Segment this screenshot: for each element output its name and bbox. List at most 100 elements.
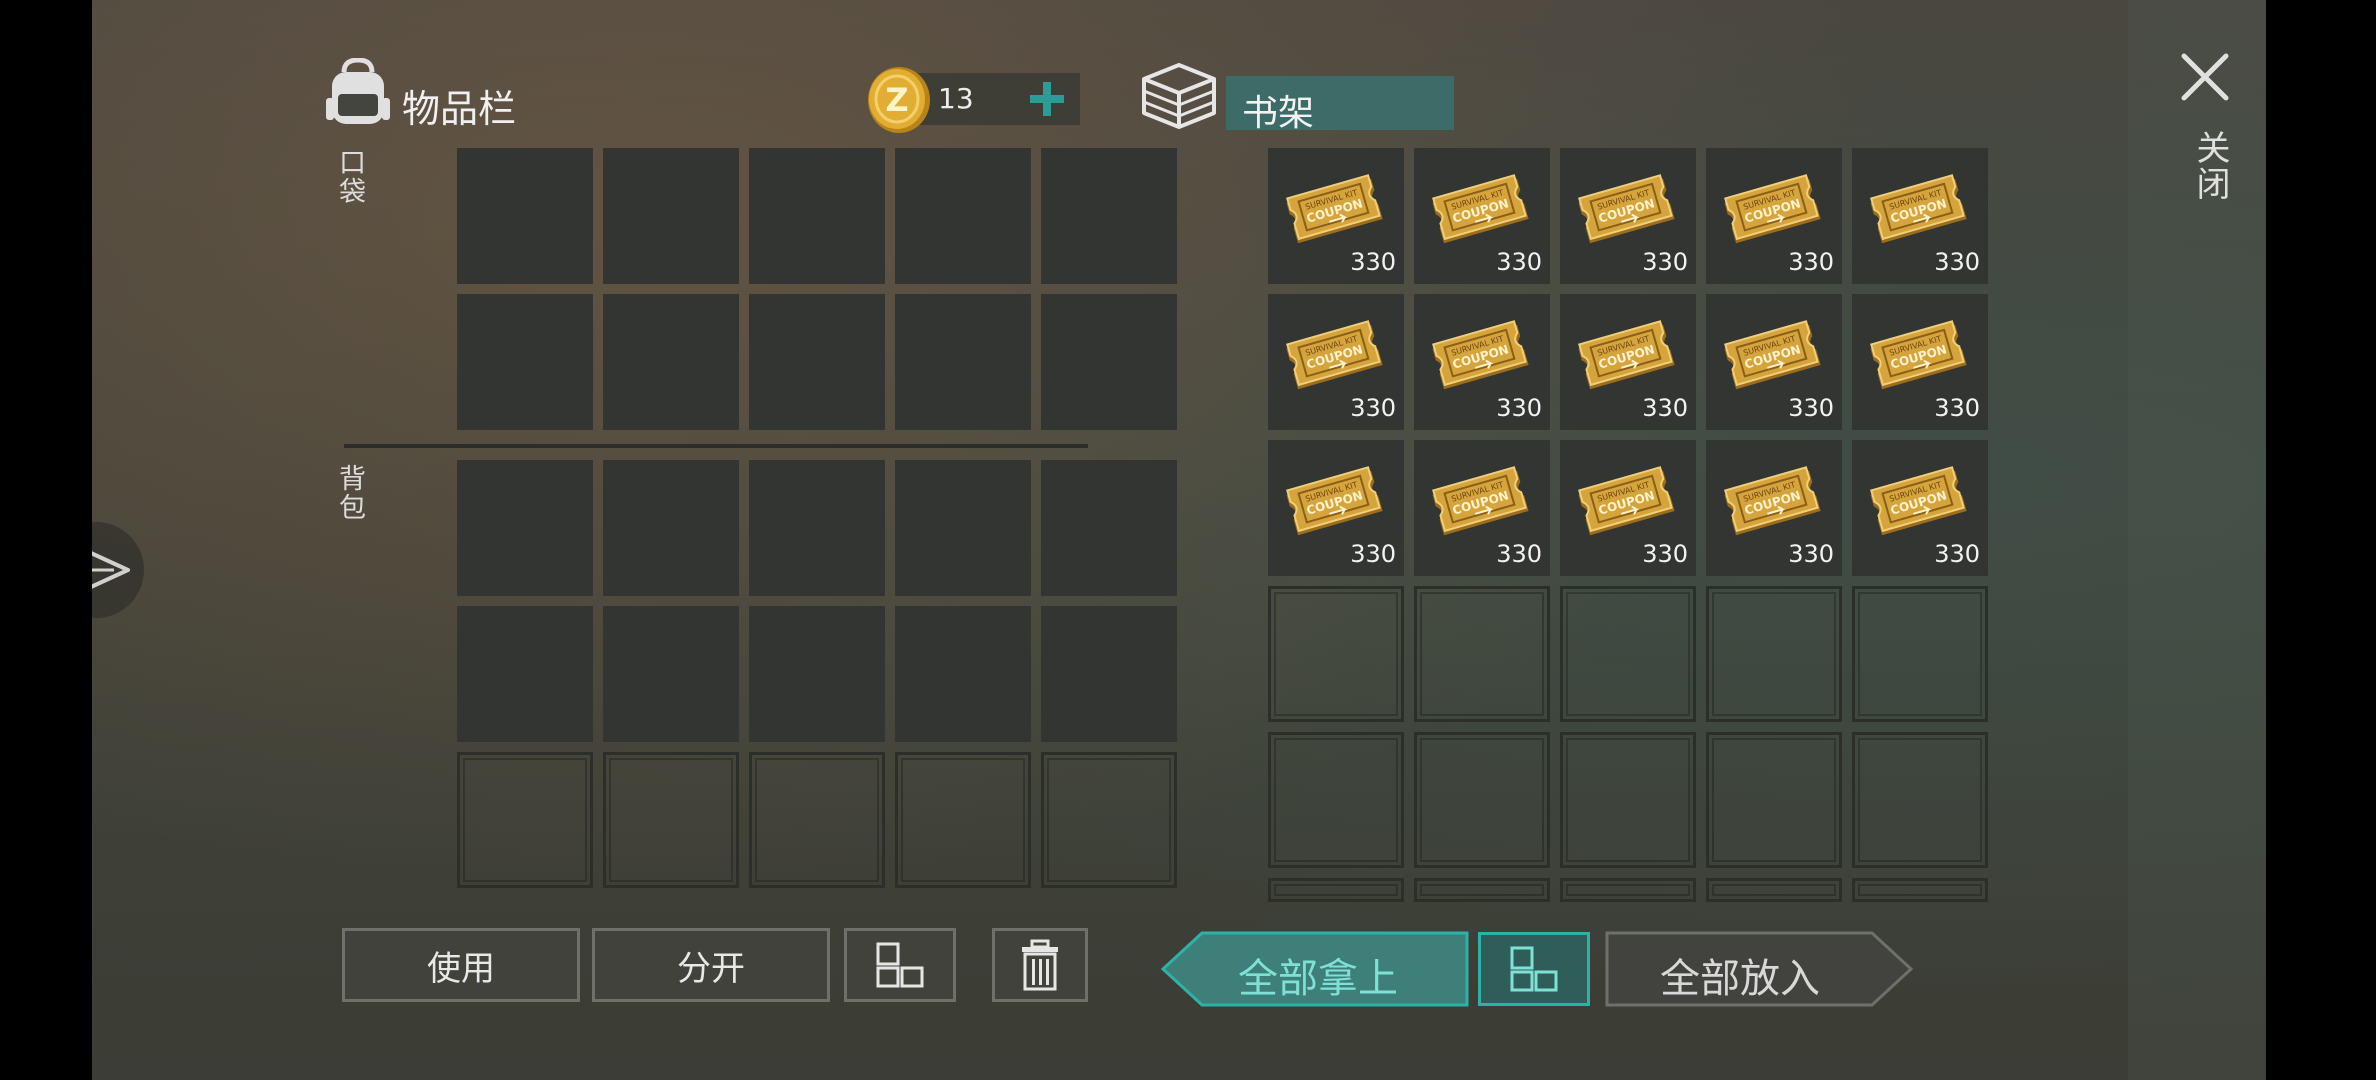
backpack-slot[interactable]: [1041, 606, 1177, 742]
container-title-field[interactable]: 书架: [1226, 76, 1454, 134]
pocket-slot[interactable]: [749, 294, 885, 430]
backpack-slot[interactable]: [603, 606, 739, 742]
backpack-slot[interactable]: [895, 752, 1031, 888]
container-slot[interactable]: SURVIVAL KIT COUPON 330: [1706, 148, 1842, 284]
backpack-slot[interactable]: [1041, 752, 1177, 888]
coupon-icon: SURVIVAL KITCOUPON: [1432, 174, 1529, 244]
item-count: 330: [1642, 248, 1688, 276]
item-count: 330: [1934, 540, 1980, 568]
screen: 物品栏 Z 13 口袋 背包 书架 SURVIVAL KIT COUPON 330 S…: [92, 0, 2266, 1080]
put-all-label: 全部放入: [1660, 956, 1820, 1002]
trash-icon: [1022, 939, 1058, 991]
container-slot[interactable]: SURVIVAL KIT COUPON 330: [1852, 440, 1988, 576]
coupon-icon: SURVIVAL KITCOUPON: [1286, 320, 1383, 390]
backpack-slot[interactable]: [749, 460, 885, 596]
coupon-icon: SURVIVAL KITCOUPON: [1286, 174, 1383, 244]
container-slot[interactable]: SURVIVAL KIT COUPON 330: [1414, 148, 1550, 284]
coupon-icon: SURVIVAL KITCOUPON: [1578, 466, 1675, 536]
container-slot[interactable]: SURVIVAL KIT COUPON 330: [1706, 440, 1842, 576]
container-slot[interactable]: [1852, 732, 1988, 868]
container-slot[interactable]: [1706, 878, 1842, 902]
backpack-slot[interactable]: [603, 460, 739, 596]
backpack-slot[interactable]: [895, 606, 1031, 742]
pocket-slot[interactable]: [457, 294, 593, 430]
container-slot[interactable]: SURVIVAL KIT COUPON 330: [1852, 148, 1988, 284]
pocket-slot[interactable]: [1041, 148, 1177, 284]
pocket-slot[interactable]: [895, 148, 1031, 284]
sort-container-button[interactable]: [1478, 932, 1590, 1006]
coupon-icon: SURVIVAL KITCOUPON: [1578, 320, 1675, 390]
put-all-button[interactable]: 全部放入: [1604, 930, 1914, 1008]
container-slot[interactable]: [1852, 586, 1988, 722]
pocket-slot[interactable]: [603, 148, 739, 284]
sort-inventory-button[interactable]: [844, 928, 956, 1002]
split-button[interactable]: 分开: [592, 928, 830, 1002]
pocket-slot[interactable]: [1041, 294, 1177, 430]
container-slot[interactable]: SURVIVAL KIT COUPON 330: [1268, 294, 1404, 430]
add-currency-button[interactable]: [1024, 76, 1070, 122]
container-slot[interactable]: SURVIVAL KIT COUPON 330: [1706, 294, 1842, 430]
container-title: 书架: [1242, 93, 1315, 134]
container-slot[interactable]: SURVIVAL KIT COUPON 330: [1414, 440, 1550, 576]
item-count: 330: [1788, 394, 1834, 422]
container-slot[interactable]: [1414, 878, 1550, 902]
close-icon: [2181, 53, 2229, 101]
coupon-icon: SURVIVAL KITCOUPON: [1870, 466, 1967, 536]
use-button[interactable]: 使用: [342, 928, 580, 1002]
container-slot[interactable]: [1560, 586, 1696, 722]
take-all-label: 全部拿上: [1238, 956, 1398, 1002]
backpack-slot[interactable]: [603, 752, 739, 888]
pocket-slot[interactable]: [603, 294, 739, 430]
plus-icon: [1030, 82, 1064, 116]
backpack-slot[interactable]: [749, 752, 885, 888]
send-button[interactable]: [92, 522, 144, 618]
backpack-slot[interactable]: [457, 460, 593, 596]
container-slot[interactable]: SURVIVAL KIT COUPON 330: [1414, 294, 1550, 430]
trash-button[interactable]: [992, 928, 1088, 1002]
container-slot[interactable]: SURVIVAL KIT COUPON 330: [1268, 440, 1404, 576]
backpack-slot[interactable]: [749, 606, 885, 742]
backpack-slot[interactable]: [457, 606, 593, 742]
pocket-slot[interactable]: [457, 148, 593, 284]
pocket-slot[interactable]: [749, 148, 885, 284]
backpack-slot[interactable]: [457, 752, 593, 888]
inventory-title: 物品栏: [402, 87, 517, 131]
container-slot[interactable]: [1706, 732, 1842, 868]
crate-icon: [1142, 63, 1216, 129]
grid-sort-icon: [876, 942, 924, 988]
close-button[interactable]: 关闭: [2174, 46, 2236, 216]
container-slot[interactable]: [1706, 586, 1842, 722]
container-slot[interactable]: SURVIVAL KIT COUPON 330: [1560, 294, 1696, 430]
backpack-slot[interactable]: [1041, 460, 1177, 596]
container-slot[interactable]: SURVIVAL KIT COUPON 330: [1268, 148, 1404, 284]
backpack-slot[interactable]: [895, 460, 1031, 596]
inventory-header: 物品栏: [324, 58, 644, 131]
container-slot[interactable]: SURVIVAL KIT COUPON 330: [1852, 294, 1988, 430]
item-count: 330: [1496, 540, 1542, 568]
container-slot[interactable]: SURVIVAL KIT COUPON 330: [1560, 440, 1696, 576]
item-count: 330: [1642, 540, 1688, 568]
item-count: 330: [1788, 540, 1834, 568]
container-slot[interactable]: [1560, 732, 1696, 868]
svg-text:Z: Z: [885, 81, 908, 119]
container-slot[interactable]: [1852, 878, 1988, 902]
container-slot[interactable]: SURVIVAL KIT COUPON 330: [1560, 148, 1696, 284]
pocket-slot[interactable]: [895, 294, 1031, 430]
use-button-label: 使用: [427, 948, 495, 989]
item-count: 330: [1350, 248, 1396, 276]
container-slot[interactable]: [1268, 732, 1404, 868]
coupon-icon: SURVIVAL KITCOUPON: [1870, 320, 1967, 390]
item-count: 330: [1496, 394, 1542, 422]
coupon-icon: SURVIVAL KITCOUPON: [1724, 174, 1821, 244]
coupon-icon: SURVIVAL KITCOUPON: [1724, 320, 1821, 390]
container-slot[interactable]: [1560, 878, 1696, 902]
coupon-icon: SURVIVAL KITCOUPON: [1578, 174, 1675, 244]
container-slot[interactable]: [1268, 878, 1404, 902]
close-label: 关闭: [2190, 130, 2230, 202]
take-all-button[interactable]: 全部拿上: [1160, 930, 1470, 1008]
container-slot[interactable]: [1414, 586, 1550, 722]
currency-amount: 13: [938, 82, 974, 115]
item-count: 330: [1934, 248, 1980, 276]
container-slot[interactable]: [1268, 586, 1404, 722]
container-slot[interactable]: [1414, 732, 1550, 868]
